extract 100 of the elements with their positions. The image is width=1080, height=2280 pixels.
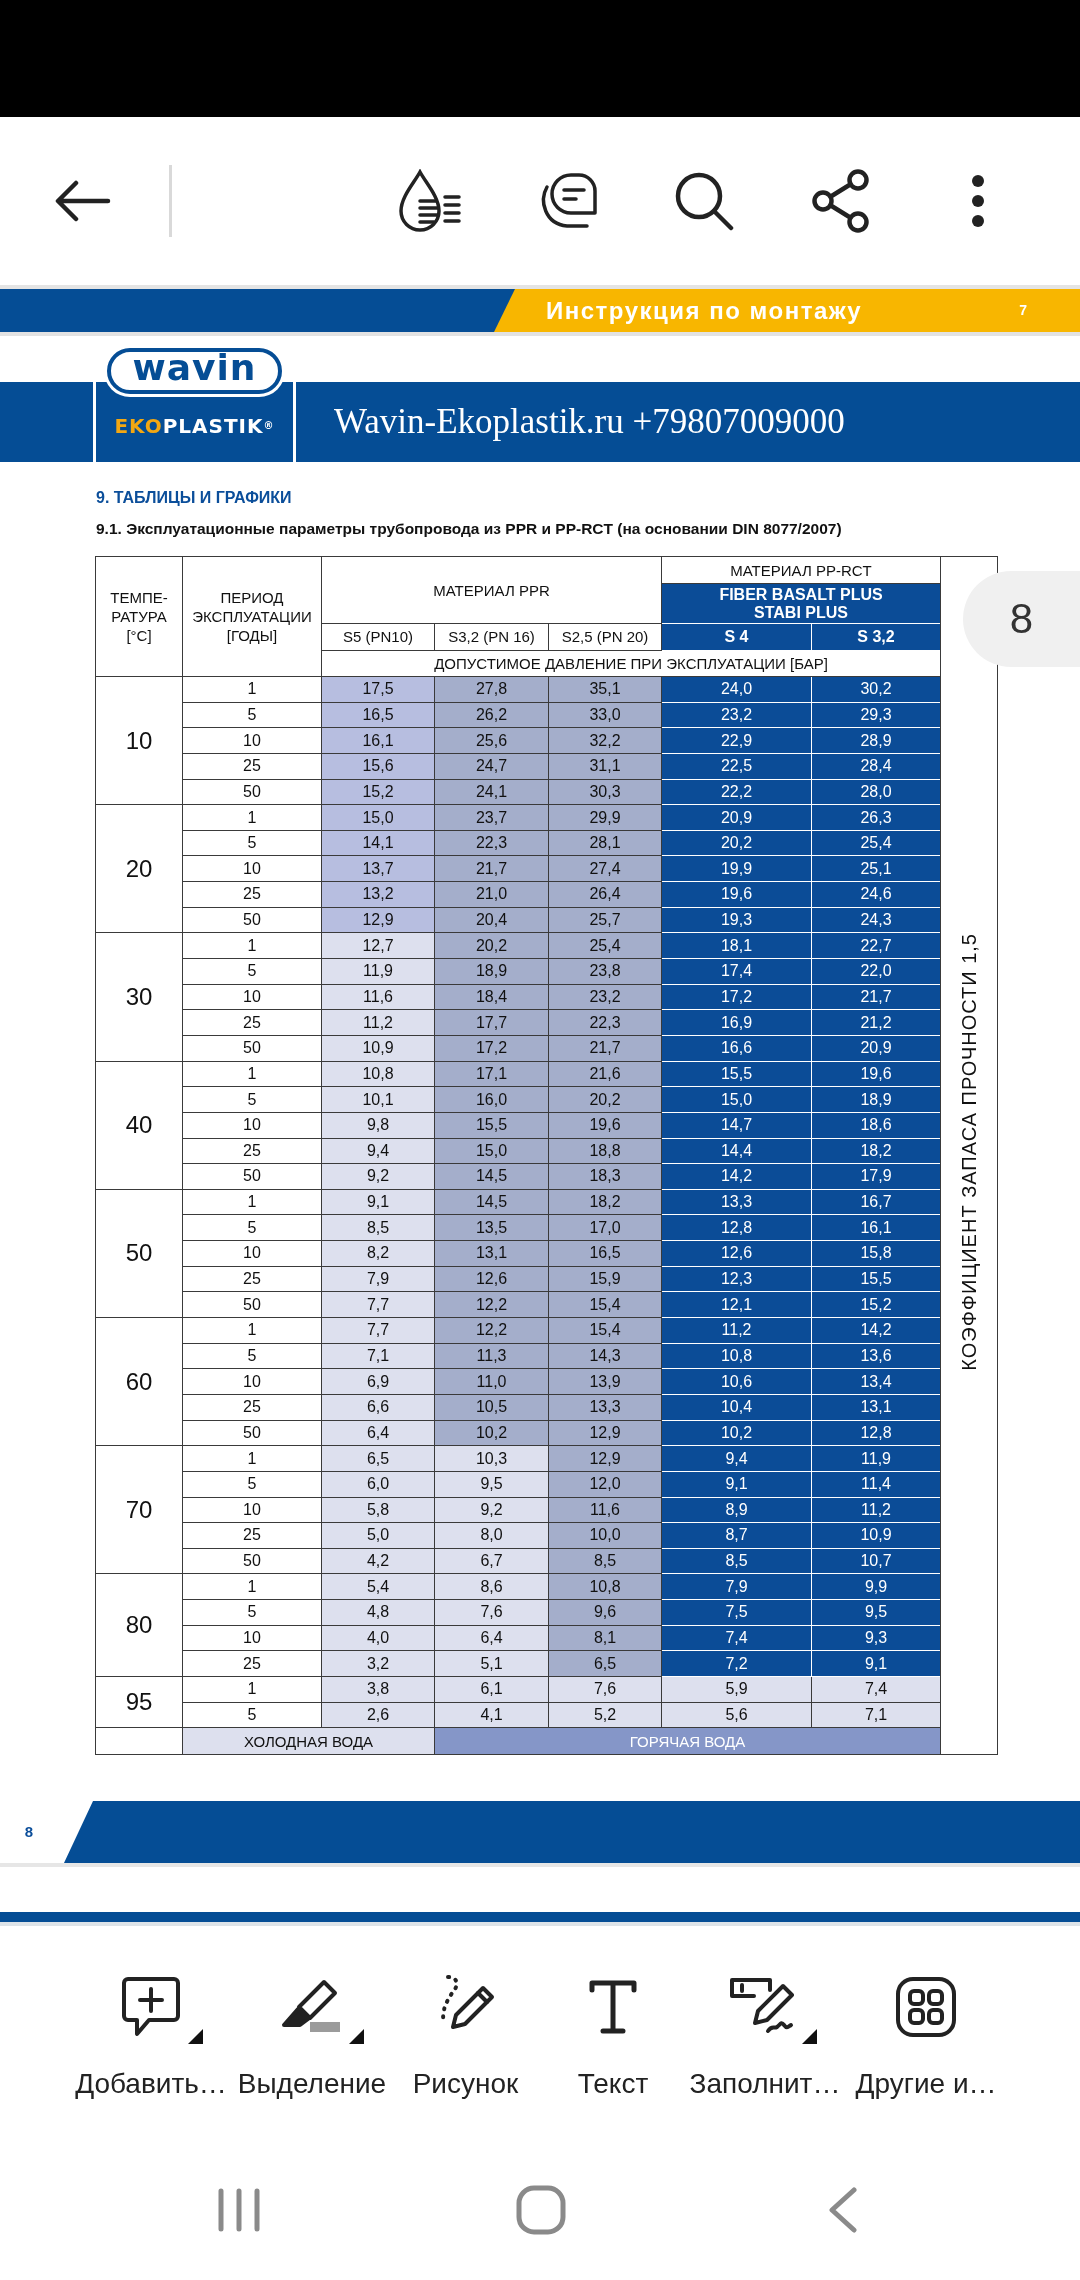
table-cell: 18,1 xyxy=(661,932,812,959)
table-cell: 5 xyxy=(182,1086,322,1113)
table-cell: 10,8 xyxy=(661,1343,812,1369)
table-cell: 16,9 xyxy=(661,1009,812,1036)
table-cell: 7,4 xyxy=(661,1625,812,1651)
table-cell: 9,5 xyxy=(811,1599,941,1626)
tool-button[interactable]: Рисунок xyxy=(391,1926,540,2140)
tool-button[interactable]: Заполнит… xyxy=(686,1926,844,2140)
table-cell: 13,3 xyxy=(661,1189,812,1215)
droplet-lines-icon xyxy=(398,169,462,233)
arrow-left-icon xyxy=(55,180,111,222)
table-cell: 10,1 xyxy=(321,1086,435,1113)
table-cell: 11,9 xyxy=(321,958,435,985)
table-cell: 10 xyxy=(182,1112,322,1139)
table-cell: 22,2 xyxy=(661,779,812,805)
column-header: S 3,2 xyxy=(811,623,941,651)
table-cell: 22,7 xyxy=(811,932,941,959)
table-cell: 14,1 xyxy=(321,830,435,856)
table-cell: 9,4 xyxy=(661,1445,812,1472)
table-cell: 32,2 xyxy=(548,727,662,754)
table-cell: 12,8 xyxy=(811,1420,941,1446)
table-cell: 20 xyxy=(95,804,183,933)
table-cell: 19,9 xyxy=(661,856,812,882)
table-cell: 6,9 xyxy=(321,1368,435,1395)
table-cell: 21,0 xyxy=(434,881,549,908)
table-cell: 25 xyxy=(182,1522,322,1549)
table-cell: 11,6 xyxy=(321,984,435,1010)
column-header: МАТЕРИАЛ PPR xyxy=(321,556,662,624)
column-header: МАТЕРИАЛ PP-RCT xyxy=(661,556,941,584)
table-cell: 9,9 xyxy=(811,1573,941,1600)
table-cell: 1 xyxy=(182,1676,322,1703)
page-number: 8 xyxy=(23,1821,35,1842)
table-cell: 15,8 xyxy=(811,1240,941,1267)
chevron-left-icon xyxy=(828,2187,858,2233)
contact-line: Wavin-Ekoplastik.ru +79807009000 xyxy=(334,402,845,442)
table-cell: 11,2 xyxy=(811,1497,941,1523)
table-cell: 24,7 xyxy=(434,753,549,780)
column-header: S5 (PN10) xyxy=(321,623,435,651)
grid-icon xyxy=(895,1976,957,2038)
table-cell: 19,6 xyxy=(811,1061,941,1087)
tool-button[interactable]: Выделение xyxy=(233,1926,391,2140)
banner-title: Инструкция по монтажу xyxy=(546,296,863,325)
table-cell: 10,5 xyxy=(434,1394,549,1421)
table-cell: 12,0 xyxy=(548,1471,662,1497)
table-cell: 18,2 xyxy=(811,1138,941,1164)
table-cell: 7,1 xyxy=(321,1343,435,1369)
table-cell: 3,8 xyxy=(321,1676,435,1703)
table-cell: 6,4 xyxy=(321,1420,435,1446)
table-cell: 12,2 xyxy=(434,1317,549,1344)
table-cell: 12,6 xyxy=(661,1240,812,1267)
table-cell: 80 xyxy=(95,1573,183,1677)
table-cell: 15,4 xyxy=(548,1317,662,1344)
table-cell: 18,3 xyxy=(548,1163,662,1190)
table-cell: 7,9 xyxy=(661,1573,812,1600)
table-cell: 25,4 xyxy=(548,932,662,959)
table-cell: 20,9 xyxy=(811,1035,941,1062)
table-cell: 28,9 xyxy=(811,727,941,754)
table-cell: 13,3 xyxy=(548,1394,662,1421)
table-cell: 29,9 xyxy=(548,804,662,831)
tool-button[interactable]: Добавить… xyxy=(69,1926,233,2140)
table-cell: 5 xyxy=(182,1599,322,1626)
table-cell: 17,9 xyxy=(811,1163,941,1190)
table-cell: 13,6 xyxy=(811,1343,941,1369)
table-cell: 60 xyxy=(95,1317,183,1446)
table-cell: 25 xyxy=(182,1650,322,1677)
table-cell: 50 xyxy=(95,1189,183,1318)
table-cell: 23,7 xyxy=(434,804,549,831)
table-cell: 21,7 xyxy=(548,1035,662,1062)
table-cell: 1 xyxy=(182,1061,322,1087)
table-cell: 10,9 xyxy=(811,1522,941,1549)
section-heading: 9. ТАБЛИЦЫ И ГРАФИКИ xyxy=(96,488,293,508)
table-cell: 6,6 xyxy=(321,1394,435,1421)
table-cell: 13,9 xyxy=(548,1368,662,1395)
table-cell: 9,2 xyxy=(321,1163,435,1190)
table-cell: 15,6 xyxy=(321,753,435,780)
table-cell: 13,7 xyxy=(321,856,435,882)
table-cell: 1 xyxy=(182,1317,322,1344)
table-cell: 10,9 xyxy=(321,1035,435,1062)
table-cell: 17,7 xyxy=(434,1009,549,1036)
tool-button[interactable]: Другие и… xyxy=(844,1926,1008,2140)
table-cell: 14,4 xyxy=(661,1138,812,1164)
tool-button[interactable]: Текст xyxy=(540,1926,686,2140)
table-cell: 10,4 xyxy=(661,1394,812,1421)
table-cell: 5 xyxy=(182,1702,322,1728)
table-cell: 21,7 xyxy=(434,856,549,882)
table-cell: 19,6 xyxy=(548,1112,662,1139)
table-cell: 24,0 xyxy=(661,676,812,703)
table-cell: 28,4 xyxy=(811,753,941,780)
column-header: ТЕМПЕ- РАТУРА [°C] xyxy=(95,556,183,677)
table-cell: 31,1 xyxy=(548,753,662,780)
table-cell: 21,6 xyxy=(548,1061,662,1087)
table-cell: 2,6 xyxy=(321,1702,435,1728)
search-icon xyxy=(674,171,734,231)
table-cell: 26,3 xyxy=(811,804,941,831)
table-cell: 20,9 xyxy=(661,804,812,831)
table-cell: 27,8 xyxy=(434,676,549,703)
table-cell: 10,8 xyxy=(548,1573,662,1600)
table-cell: 20,4 xyxy=(434,907,549,933)
table-cell: 14,5 xyxy=(434,1163,549,1190)
table-cell: 10,3 xyxy=(434,1445,549,1472)
